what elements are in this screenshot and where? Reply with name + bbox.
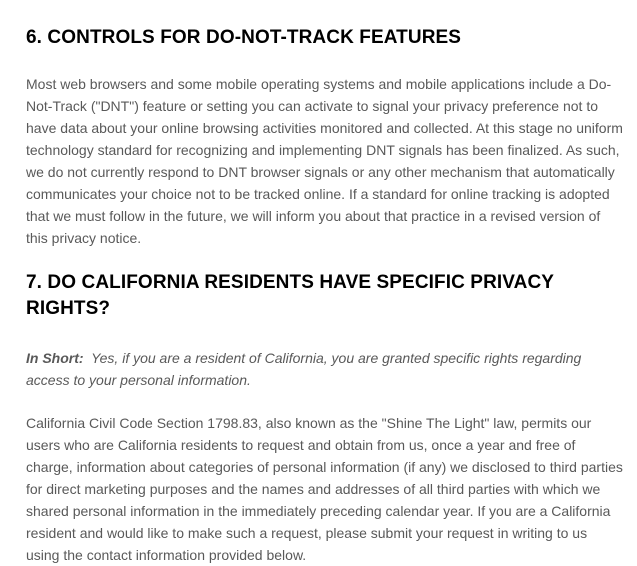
- section-7-heading: 7. DO CALIFORNIA RESIDENTS HAVE SPECIFIC…: [26, 272, 554, 319]
- section-6-body: Most web browsers and some mobile operat…: [26, 76, 623, 246]
- section-6-heading: 6. CONTROLS FOR DO-NOT-TRACK FEATURES: [26, 27, 462, 48]
- section-7-body: California Civil Code Section 1798.83, a…: [26, 415, 623, 563]
- in-short-summary: In Short: Yes, if you are a resident of …: [26, 347, 624, 391]
- in-short-label: In Short:: [26, 350, 84, 366]
- in-short-text: Yes, if you are a resident of California…: [26, 350, 582, 388]
